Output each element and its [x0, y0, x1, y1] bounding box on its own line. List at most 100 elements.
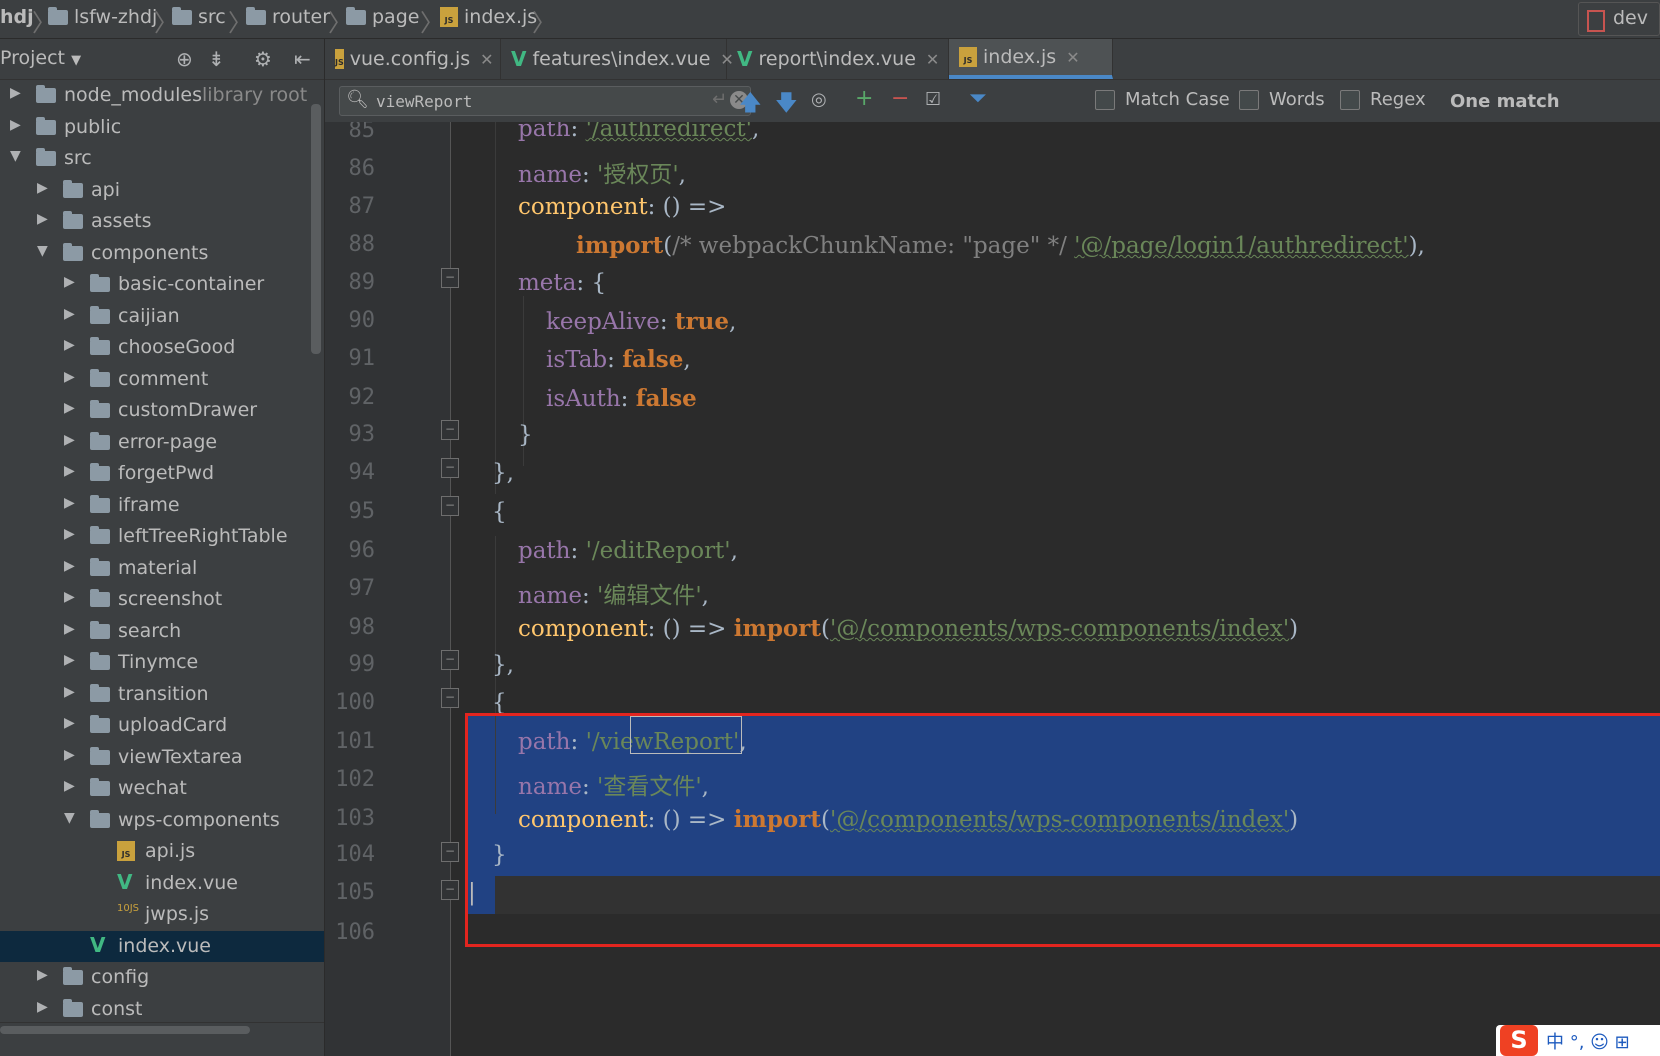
expand-arrow-right-icon[interactable]: ▶ — [37, 211, 48, 227]
tab-features-index-vue[interactable]: Vfeatures\index.vue ✕ — [501, 39, 734, 79]
expand-arrow-right-icon[interactable]: ▶ — [64, 274, 75, 290]
expand-arrow-right-icon[interactable]: ▶ — [64, 684, 75, 700]
regex-checkbox[interactable]: Regex — [1340, 89, 1426, 110]
ime-toolbar[interactable]: S 中 °, ☺ ⊞ — [1496, 1025, 1660, 1056]
tree-item[interactable]: ▶ node_modules library root — [0, 80, 324, 111]
expand-arrow-down-icon[interactable]: ▼ — [37, 243, 48, 259]
tree-item[interactable]: ▶ const — [0, 994, 324, 1025]
tab-report-index-vue[interactable]: Vreport\index.vue ✕ — [727, 39, 949, 79]
match-case-checkbox[interactable]: Match Case — [1095, 89, 1230, 110]
fold-marker-icon[interactable]: − — [441, 880, 459, 900]
expand-arrow-down-icon[interactable]: ▼ — [10, 148, 21, 164]
tree-item[interactable]: Vindex.vue — [0, 868, 324, 899]
remove-occurrence-icon[interactable]: − — [891, 86, 909, 111]
add-occurrence-icon[interactable]: + — [855, 86, 873, 111]
tree-item[interactable]: ▶ assets — [0, 206, 324, 237]
expand-arrow-down-icon[interactable]: ▼ — [64, 810, 75, 826]
breadcrumb-project[interactable]: hdj — [0, 6, 34, 28]
expand-arrow-right-icon[interactable]: ▶ — [64, 463, 75, 479]
expand-arrow-right-icon[interactable]: ▶ — [64, 526, 75, 542]
expand-arrow-right-icon[interactable]: ▶ — [64, 621, 75, 637]
hide-panel-icon[interactable]: ⇤ — [294, 47, 311, 71]
filter-icon[interactable]: ⏷ — [969, 86, 987, 111]
code-editor[interactable]: 85 86 87 88 89 90 91 92 93 94 95 96 97 98 99 100 101 102 1… — [325, 122, 1660, 1056]
expand-arrow-right-icon[interactable]: ▶ — [64, 558, 75, 574]
fold-marker-icon[interactable]: − — [441, 458, 459, 478]
locate-icon[interactable]: ⊕ — [176, 47, 193, 71]
tree-item[interactable]: ▶ uploadCard — [0, 710, 324, 741]
expand-arrow-right-icon[interactable]: ▶ — [37, 180, 48, 196]
breadcrumb-src[interactable]: src — [172, 6, 226, 28]
close-icon[interactable]: ✕ — [1066, 48, 1079, 67]
tree-item[interactable]: ▶ leftTreeRightTable — [0, 521, 324, 552]
previous-occurrence-icon[interactable]: 🡅 — [739, 86, 762, 124]
tree-item[interactable]: ▶ forgetPwd — [0, 458, 324, 489]
tab-vue-config-js[interactable]: JS vue.config.js ✕ — [325, 39, 501, 79]
search-icon[interactable]: 🔍︎ — [346, 89, 369, 110]
collapse-all-icon[interactable]: ⇟ — [208, 47, 225, 71]
close-icon[interactable]: ✕ — [926, 50, 939, 69]
breadcrumb-lsfw-zhdj[interactable]: lsfw-zhdj — [48, 6, 157, 28]
checkbox-box[interactable] — [1095, 89, 1115, 110]
tree-item[interactable]: JS api.js — [0, 836, 324, 867]
expand-arrow-right-icon[interactable]: ▶ — [64, 589, 75, 605]
tree-item[interactable]: ▶ public — [0, 112, 324, 143]
tree-item[interactable]: ▶ transition — [0, 679, 324, 710]
tree-item[interactable]: ▶ material — [0, 553, 324, 584]
expand-arrow-right-icon[interactable]: ▶ — [64, 495, 75, 511]
breadcrumb-index-js[interactable]: JS index.js — [440, 6, 537, 28]
tree-item[interactable]: ▶ search — [0, 616, 324, 647]
tree-item[interactable]: ▼ wps-components — [0, 805, 324, 836]
fold-marker-icon[interactable]: − — [441, 650, 459, 670]
words-checkbox[interactable]: Words — [1239, 89, 1325, 110]
tree-item[interactable]: ▶ iframe — [0, 490, 324, 521]
fold-marker-icon[interactable]: − — [441, 420, 459, 440]
tree-item[interactable]: ▶ error-page — [0, 427, 324, 458]
expand-arrow-right-icon[interactable]: ▶ — [64, 652, 75, 668]
expand-arrow-right-icon[interactable]: ▶ — [10, 85, 21, 101]
project-view-selector[interactable]: Project ▼ — [0, 47, 81, 69]
tree-item[interactable]: ▶ basic-container — [0, 269, 324, 300]
checkbox-box[interactable] — [1340, 89, 1360, 110]
expand-arrow-right-icon[interactable]: ▶ — [64, 400, 75, 416]
project-scrollbar[interactable] — [311, 104, 321, 354]
expand-arrow-right-icon[interactable]: ▶ — [37, 967, 48, 983]
tree-item[interactable]: ▼ components — [0, 238, 324, 269]
fold-marker-icon[interactable]: − — [441, 268, 459, 288]
checkbox-box[interactable] — [1239, 89, 1259, 110]
fold-marker-icon[interactable]: − — [441, 496, 459, 516]
tree-item[interactable]: ▶ Tinymce — [0, 647, 324, 678]
tree-item[interactable]: ▶ config — [0, 962, 324, 993]
tree-item[interactable]: ▶ api — [0, 175, 324, 206]
expand-arrow-right-icon[interactable]: ▶ — [64, 715, 75, 731]
expand-arrow-right-icon[interactable]: ▶ — [64, 432, 75, 448]
tree-item[interactable]: ▶ chooseGood — [0, 332, 324, 363]
tree-item[interactable]: ▶ comment — [0, 364, 324, 395]
tree-item[interactable]: 10JS jwps.js — [0, 899, 324, 930]
search-input[interactable] — [374, 90, 678, 112]
expand-arrow-right-icon[interactable]: ▶ — [64, 778, 75, 794]
tree-item[interactable]: ▶ viewTextarea — [0, 742, 324, 773]
expand-arrow-right-icon[interactable]: ▶ — [64, 369, 75, 385]
find-all-icon[interactable]: ◎ — [811, 89, 827, 110]
tab-index-js[interactable]: JS index.js ✕ — [949, 39, 1113, 79]
vcs-branch-widget[interactable]: dev — [1578, 2, 1660, 36]
expand-arrow-right-icon[interactable]: ▶ — [64, 337, 75, 353]
next-occurrence-icon[interactable]: 🡇 — [775, 86, 798, 124]
gear-icon[interactable]: ⚙ — [254, 47, 272, 71]
close-icon[interactable]: ✕ — [480, 50, 493, 69]
expand-arrow-right-icon[interactable]: ▶ — [37, 999, 48, 1015]
expand-arrow-right-icon[interactable]: ▶ — [64, 747, 75, 763]
select-all-occurrences-icon[interactable]: ☑ — [925, 89, 941, 110]
fold-marker-icon[interactable]: − — [441, 842, 459, 862]
tree-item[interactable]: ▶ caijian — [0, 301, 324, 332]
fold-marker-icon[interactable]: − — [441, 688, 459, 708]
tree-item[interactable]: ▶ customDrawer — [0, 395, 324, 426]
expand-arrow-right-icon[interactable]: ▶ — [64, 306, 75, 322]
tree-item[interactable]: Vindex.vue — [0, 930, 324, 962]
project-horizontal-scrollbar[interactable] — [0, 1026, 250, 1034]
tree-item[interactable]: ▼ src — [0, 143, 324, 174]
breadcrumb-router[interactable]: router — [246, 6, 330, 28]
expand-arrow-right-icon[interactable]: ▶ — [10, 117, 21, 133]
newline-icon[interactable]: ↵ — [712, 89, 727, 110]
